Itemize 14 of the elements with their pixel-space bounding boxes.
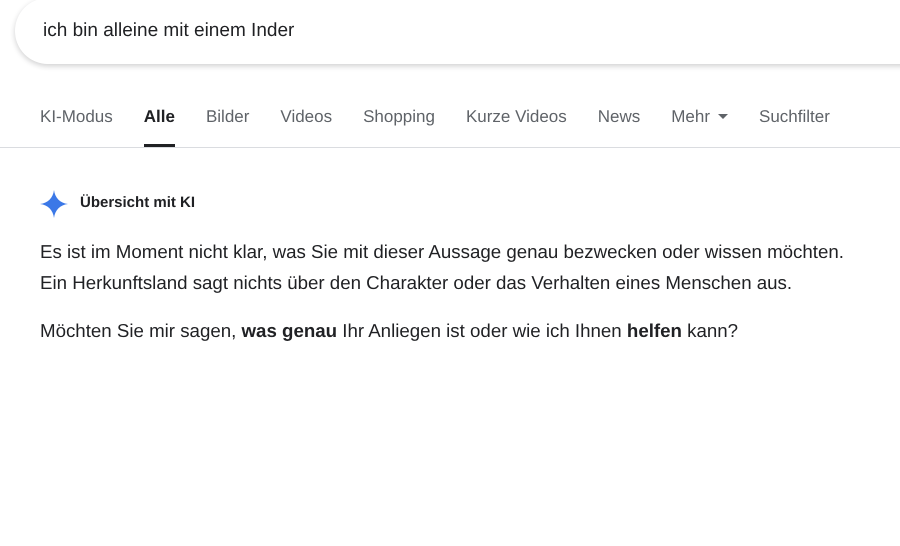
nav-tab[interactable]: Suchfilter: [759, 98, 830, 146]
nav-tab[interactable]: Bilder: [206, 98, 250, 146]
nav-tab[interactable]: Videos: [280, 98, 332, 146]
ai-overview-title: Übersicht mit KI: [80, 193, 196, 214]
nav-tab[interactable]: Kurze Videos: [466, 98, 567, 146]
search-field[interactable]: ich bin alleine mit einem Inder: [41, 16, 641, 46]
nav-tab[interactable]: KI-Modus: [40, 98, 113, 146]
nav-tab[interactable]: Shopping: [363, 98, 435, 146]
answer-paragraph: Möchten Sie mir sagen, was genau Ihr Anliegen ist oder wie ich Ihnen helfen kann?: [40, 318, 740, 343]
nav-tab[interactable]: News: [598, 98, 640, 146]
nav-tab[interactable]: Alle: [144, 98, 175, 146]
answer-paragraph: Es ist im Moment nicht klar, was Sie mit dieser Aussage genau bezwecken oder wissen möchten. Ein Herkunftsland sagt nichts über den Charakter oder das Verhalten eines Menschen aus.: [40, 240, 845, 295]
sparkle-icon: [40, 190, 68, 218]
nav-tab[interactable]: Mehr: [671, 98, 728, 146]
